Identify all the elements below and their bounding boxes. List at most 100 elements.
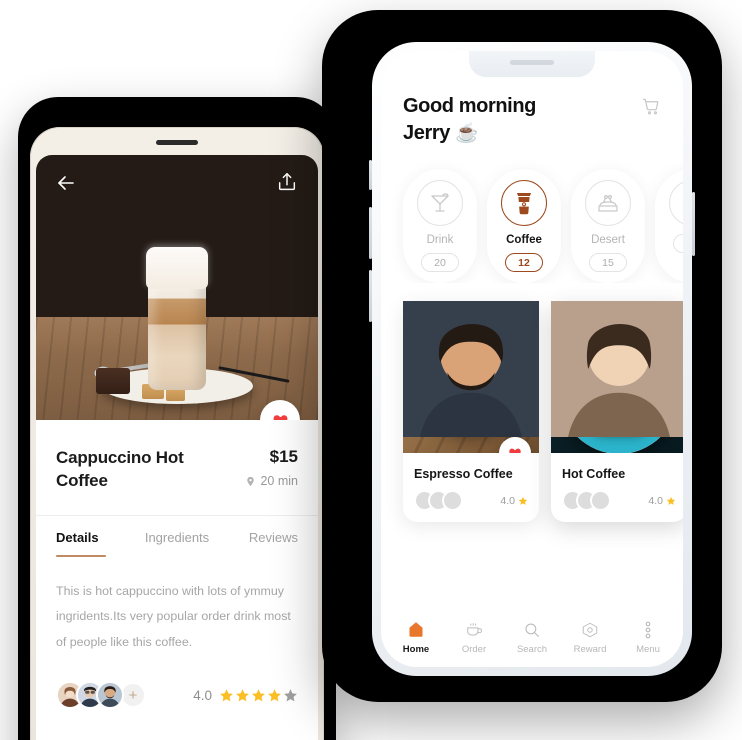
greeting-line-2-row: Jerry ☕ bbox=[403, 120, 536, 147]
page-title: Cappuccino Hot Coffee bbox=[56, 448, 184, 491]
phone-right-body: Good morning Jerry ☕ Drink 20 Coffee 12 … bbox=[369, 42, 695, 676]
detail-tabs: Details Ingredients Reviews bbox=[36, 514, 318, 557]
nav-label: Menu bbox=[636, 644, 660, 655]
share-icon[interactable] bbox=[276, 171, 300, 195]
product-meta: 4.0 bbox=[551, 301, 683, 511]
cake-icon bbox=[585, 180, 631, 226]
volume-up-button bbox=[369, 207, 372, 259]
star-rating bbox=[219, 688, 298, 703]
category-card-desert[interactable]: Desert 15 bbox=[571, 169, 645, 283]
product-list: Espresso Coffee 4.0 Hot Coffee 4.0 bbox=[381, 283, 683, 522]
category-label: Drink bbox=[426, 234, 454, 246]
hero-brownie bbox=[96, 368, 130, 394]
product-detail-screen: Cappuccino Hot Coffee $15 20 min Details bbox=[36, 155, 318, 740]
category-count bbox=[673, 234, 683, 253]
nav-item-home[interactable]: Home bbox=[389, 619, 443, 655]
delivery-eta: 20 min bbox=[245, 474, 298, 488]
search-icon bbox=[505, 619, 559, 640]
nav-item-order[interactable]: Order bbox=[447, 619, 501, 655]
rating-display: 4.0 bbox=[648, 495, 676, 507]
nav-item-menu[interactable]: Menu bbox=[621, 619, 675, 655]
hero-toolbar bbox=[36, 155, 318, 211]
heart-icon bbox=[509, 448, 521, 453]
star-icon bbox=[268, 688, 281, 702]
phone-left-body: Cappuccino Hot Coffee $15 20 min Details bbox=[30, 127, 324, 740]
menu-dots-icon bbox=[621, 619, 675, 640]
hero-latte-glass bbox=[148, 272, 206, 390]
product-name: Espresso Coffee bbox=[414, 467, 513, 481]
avatar-group bbox=[403, 301, 539, 511]
nav-label: Order bbox=[461, 644, 487, 655]
category-card-coffee[interactable]: Coffee 12 bbox=[487, 169, 561, 283]
star-icon bbox=[252, 688, 265, 702]
category-count: 15 bbox=[589, 253, 627, 272]
category-count: 20 bbox=[421, 253, 459, 272]
silent-switch bbox=[369, 160, 372, 190]
avatar-group: + bbox=[56, 681, 146, 710]
avatar[interactable] bbox=[96, 681, 124, 710]
category-card-drink[interactable]: Drink 20 bbox=[403, 169, 477, 283]
avatar[interactable] bbox=[551, 301, 683, 511]
rating-value: 4.0 bbox=[648, 494, 663, 507]
rating-display: 4.0 bbox=[500, 495, 528, 507]
rating-value: 4.0 bbox=[193, 687, 212, 703]
tab-details[interactable]: Details bbox=[56, 516, 137, 557]
shopping-cart-icon[interactable] bbox=[642, 93, 661, 121]
price-column: $15 20 min bbox=[245, 446, 298, 493]
heart-icon bbox=[273, 414, 287, 420]
coffee-cup-icon bbox=[501, 180, 547, 226]
rating-display: 4.0 bbox=[193, 688, 298, 703]
star-icon bbox=[236, 688, 249, 702]
cocktail-glass-icon bbox=[417, 180, 463, 226]
greeting-line-2: Jerry bbox=[403, 122, 450, 144]
partial-icon bbox=[669, 180, 683, 226]
product-hero-image bbox=[36, 155, 318, 420]
volume-down-button bbox=[369, 270, 372, 322]
nav-label: Home bbox=[402, 644, 430, 655]
product-info-block: Cappuccino Hot Coffee $15 20 min bbox=[36, 420, 318, 493]
category-label: Coffee bbox=[506, 234, 542, 246]
home-screen: Good morning Jerry ☕ Drink 20 Coffee 12 … bbox=[381, 51, 683, 667]
star-icon bbox=[666, 496, 676, 505]
product-name: Hot Coffee bbox=[562, 467, 626, 481]
greeting-text: Good morning Jerry ☕ bbox=[403, 93, 536, 147]
power-button bbox=[692, 192, 695, 256]
home-icon bbox=[389, 619, 443, 640]
location-pin-icon bbox=[247, 476, 255, 486]
favorite-button[interactable] bbox=[499, 437, 531, 453]
category-card-partial[interactable] bbox=[655, 169, 683, 283]
star-icon bbox=[220, 688, 233, 702]
phone-device-right: Good morning Jerry ☕ Drink 20 Coffee 12 … bbox=[322, 10, 722, 702]
avatar-group bbox=[551, 301, 683, 511]
bottom-navigation: Home Order Search Reward Menu bbox=[381, 611, 683, 667]
hero-milk-foam bbox=[146, 247, 208, 289]
category-count: 12 bbox=[505, 253, 543, 272]
product-card-hot-coffee[interactable]: Hot Coffee 4.0 bbox=[551, 301, 683, 522]
nav-label: Reward bbox=[573, 644, 607, 655]
phone-device-left: Cappuccino Hot Coffee $15 20 min Details bbox=[18, 97, 336, 740]
nav-item-search[interactable]: Search bbox=[505, 619, 559, 655]
reward-icon bbox=[563, 619, 617, 640]
nav-label: Search bbox=[516, 644, 548, 655]
product-description: This is hot cappuccino with lots of ymmu… bbox=[56, 583, 291, 649]
earpiece-speaker bbox=[156, 140, 198, 145]
nav-item-reward[interactable]: Reward bbox=[563, 619, 617, 655]
arrow-left-icon[interactable] bbox=[54, 171, 78, 195]
greeting-line-1: Good morning bbox=[403, 95, 536, 117]
category-carousel[interactable]: Drink 20 Coffee 12 Desert 15 bbox=[381, 147, 683, 283]
product-price: $15 bbox=[269, 447, 298, 466]
device-notch bbox=[469, 51, 595, 77]
rating-value: 4.0 bbox=[500, 494, 515, 507]
tab-reviews[interactable]: Reviews bbox=[217, 516, 298, 557]
star-icon bbox=[284, 688, 297, 702]
mockup-stage: Cappuccino Hot Coffee $15 20 min Details bbox=[0, 0, 742, 740]
tab-ingredients[interactable]: Ingredients bbox=[137, 516, 218, 557]
coffee-cup-glyph: ☕ bbox=[455, 123, 479, 144]
avatar[interactable] bbox=[403, 301, 539, 511]
reviewers-rating-row: + 4.0 bbox=[36, 655, 318, 710]
eta-label: 20 min bbox=[260, 474, 298, 488]
star-icon bbox=[518, 496, 528, 505]
cup-icon bbox=[447, 619, 501, 640]
product-card-espresso[interactable]: Espresso Coffee 4.0 bbox=[403, 301, 539, 522]
product-meta: 4.0 bbox=[403, 301, 539, 511]
